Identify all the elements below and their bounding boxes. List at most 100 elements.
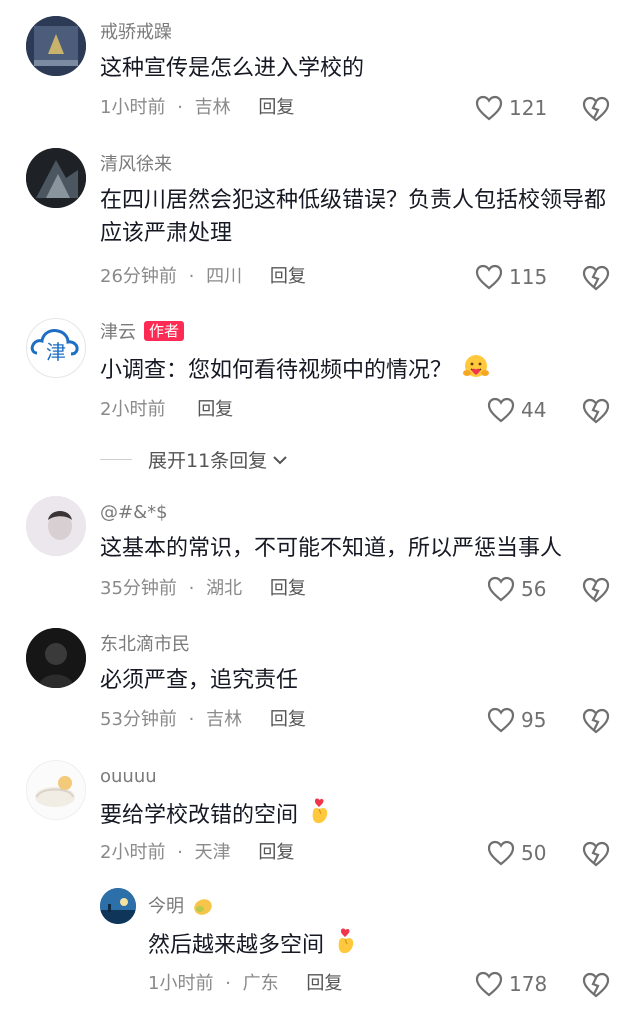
dislike-button[interactable] [582, 398, 610, 428]
broken-heart-icon [582, 96, 610, 122]
comment-time: 1小时前 [148, 973, 214, 994]
like-button[interactable]: 178 [475, 971, 547, 997]
heart-outline-icon [475, 264, 503, 290]
dislike-button[interactable] [582, 96, 610, 126]
avatar[interactable] [26, 16, 86, 76]
comment-text: 小调查：您如何看待视频中的情况？ [100, 353, 620, 391]
broken-heart-icon [582, 972, 610, 998]
expand-replies-button[interactable]: 展开11条回复 [100, 446, 289, 473]
comment-meta: 26分钟前 · 四川 回复 [100, 265, 306, 289]
avatar[interactable] [100, 888, 136, 924]
comment-meta: 35分钟前 · 湖北 回复 [100, 577, 306, 601]
dislike-button[interactable] [582, 708, 610, 738]
expand-replies-label: 展开11条回复 [148, 450, 268, 472]
comment-text-body: 然后越来越多空间 [148, 933, 325, 958]
reply-button[interactable]: 回复 [258, 842, 294, 863]
comment-text: 必须严查，追究责任 [100, 668, 299, 693]
author-badge: 作者 [144, 321, 185, 341]
comment-meta: 53分钟前 · 吉林 回复 [100, 708, 306, 732]
comment-username[interactable]: 清风徐来 [100, 154, 172, 176]
heart-outline-icon [475, 95, 503, 121]
comment-location: 吉林 [194, 97, 231, 118]
like-button[interactable]: 50 [487, 840, 546, 866]
like-button[interactable]: 121 [475, 95, 547, 121]
dislike-button[interactable] [582, 841, 610, 871]
comment-username[interactable]: 戒骄戒躁 [100, 22, 172, 44]
reply-button[interactable]: 回复 [258, 97, 294, 118]
comment-text: 要给学校改错的空间 [100, 796, 620, 836]
dislike-button[interactable] [582, 265, 610, 295]
meta-separator: · [225, 973, 231, 994]
comment-text: 在四川居然会犯这种低级错误？负责人包括校领导都应该严肃处理 [100, 188, 607, 246]
comment-time: 1小时前 [100, 97, 166, 118]
like-count: 56 [521, 577, 547, 601]
avatar[interactable] [26, 760, 86, 820]
heart-outline-icon [487, 707, 515, 733]
comment-meta: 2小时前 回复 [100, 398, 233, 422]
like-count: 50 [521, 841, 547, 865]
comment-location: 湖北 [206, 578, 243, 599]
like-count: 44 [521, 398, 547, 422]
heart-outline-icon [487, 840, 515, 866]
reply-button[interactable]: 回复 [270, 709, 306, 730]
comment-time: 2小时前 [100, 842, 166, 863]
comment-meta: 1小时前 · 吉林 回复 [100, 96, 294, 120]
like-count: 115 [509, 265, 548, 289]
reply-button[interactable]: 回复 [270, 266, 306, 287]
heart-outline-icon [487, 576, 515, 602]
comment-text-body: 要给学校改错的空间 [100, 803, 299, 828]
finger-heart-emoji-icon [307, 796, 333, 836]
broken-heart-icon [582, 577, 610, 603]
like-button[interactable]: 95 [487, 707, 546, 733]
comment-location: 四川 [206, 266, 243, 287]
broken-heart-icon [582, 265, 610, 291]
avatar[interactable]: 津 [26, 318, 86, 378]
meta-separator: · [188, 266, 195, 287]
avatar[interactable] [26, 148, 86, 208]
like-count: 121 [509, 96, 548, 120]
mango-emoji-icon [192, 896, 214, 922]
avatar[interactable] [26, 496, 86, 556]
comment-text: 这种宣传是怎么进入学校的 [100, 56, 365, 81]
comment-time: 53分钟前 [100, 709, 177, 730]
heart-outline-icon [475, 971, 503, 997]
broken-heart-icon [582, 708, 610, 734]
comment-username[interactable]: @#&*$ [100, 502, 168, 524]
comment-username[interactable]: 东北滴市民 [100, 634, 190, 656]
comment-username[interactable]: ouuuu [100, 766, 157, 788]
like-button[interactable]: 56 [487, 576, 546, 602]
comment-location: 吉林 [206, 709, 243, 730]
comment-username[interactable]: 今明 [148, 896, 214, 922]
author-name[interactable]: 津云 [100, 322, 136, 343]
comment-location: 天津 [194, 842, 231, 863]
reply-username[interactable]: 今明 [148, 896, 184, 917]
comment-username[interactable]: 津云 作者 [100, 321, 185, 344]
finger-heart-emoji-icon [333, 926, 359, 966]
comment-time: 2小时前 [100, 399, 166, 420]
meta-separator: · [188, 578, 195, 599]
avatar[interactable] [26, 628, 86, 688]
comment-time: 35分钟前 [100, 578, 177, 599]
heart-outline-icon [487, 397, 515, 423]
broken-heart-icon [582, 398, 610, 424]
comment-location: 广东 [242, 973, 279, 994]
reply-button[interactable]: 回复 [270, 578, 306, 599]
reply-button[interactable]: 回复 [306, 973, 342, 994]
dislike-button[interactable] [582, 577, 610, 607]
meta-separator: · [177, 97, 183, 118]
comment-meta: 2小时前 · 天津 回复 [100, 841, 294, 865]
hugging-face-emoji-icon [461, 353, 491, 391]
expand-divider [100, 459, 132, 460]
like-button[interactable]: 44 [487, 397, 546, 423]
meta-separator: · [177, 842, 183, 863]
meta-separator: · [188, 709, 195, 730]
like-button[interactable]: 115 [475, 264, 547, 290]
dislike-button[interactable] [582, 972, 610, 1002]
avatar-logo-text: 津 [46, 340, 66, 364]
reply-button[interactable]: 回复 [197, 399, 233, 420]
comment-text-body: 小调查：您如何看待视频中的情况？ [100, 358, 453, 383]
comment-time: 26分钟前 [100, 266, 177, 287]
broken-heart-icon [582, 841, 610, 867]
comment-meta: 1小时前 · 广东 回复 [148, 972, 342, 996]
comment-text: 然后越来越多空间 [148, 926, 608, 966]
